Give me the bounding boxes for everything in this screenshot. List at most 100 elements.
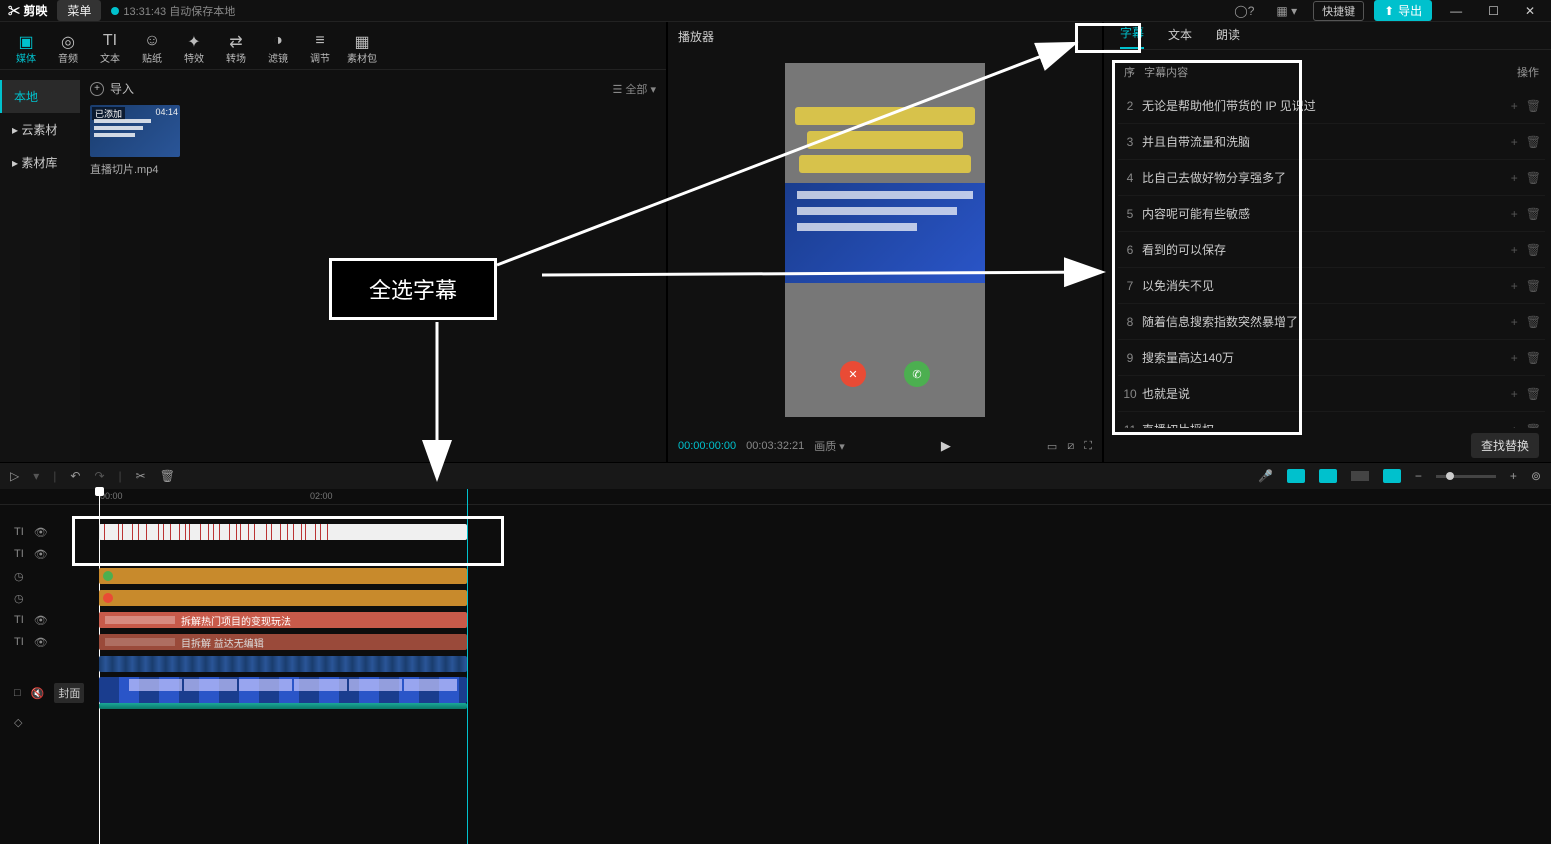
inspector-tab-朗读[interactable]: 朗读 <box>1216 26 1240 49</box>
subtitle-del-icon[interactable]: 🗑 <box>1522 99 1545 113</box>
sort-button[interactable]: ☰ 全部 ▾ <box>613 81 657 97</box>
subtitle-add-icon[interactable]: + <box>1507 99 1522 113</box>
subtitle-text: 无论是帮助他们带货的 IP 见识过 <box>1142 97 1507 114</box>
text-clip-1[interactable]: 拆解热门项目的变现玩法 <box>99 612 467 628</box>
subtitle-del-icon[interactable]: 🗑 <box>1522 315 1545 329</box>
subtitle-del-icon[interactable]: 🗑 <box>1522 351 1545 365</box>
subtitle-add-icon[interactable]: + <box>1507 423 1522 429</box>
minimize-button[interactable]: — <box>1442 4 1470 18</box>
eye-icon[interactable]: 👁 <box>34 526 48 539</box>
mic-icon[interactable]: 🎤 <box>1258 469 1273 483</box>
main-audio-wave[interactable] <box>99 703 467 709</box>
delete-button[interactable]: 🗑 <box>160 469 175 483</box>
subtitle-track-clip[interactable] <box>99 524 467 540</box>
eye-icon[interactable]: 👁 <box>34 614 48 627</box>
redo-button[interactable]: ↷ <box>94 469 104 483</box>
subtitle-row[interactable]: 6看到的可以保存+🗑 <box>1118 232 1545 268</box>
scale-icon[interactable]: ▭ <box>1047 440 1057 453</box>
preview-canvas[interactable]: ✕ ✆ <box>785 63 985 417</box>
sidebar-item[interactable]: ▸ 素材库 <box>0 146 80 179</box>
subtitle-row[interactable]: 11直播切片授权+🗑 <box>1118 412 1545 428</box>
zoom-slider[interactable] <box>1436 475 1496 478</box>
timeline-tracks[interactable]: TI👁 TI👁 ◷ ◷ TI👁 拆解热门项目的变现玩法 TI👁 <box>0 505 1551 830</box>
audio-clip-2[interactable] <box>99 590 467 606</box>
top-tab-特效[interactable]: ✦特效 <box>174 28 214 69</box>
export-button[interactable]: ⬆ 导出 <box>1374 0 1432 21</box>
fit-icon[interactable]: ⊚ <box>1531 469 1541 483</box>
subtitle-add-icon[interactable]: + <box>1507 315 1522 329</box>
undo-button[interactable]: ↶ <box>70 469 80 483</box>
subtitle-add-icon[interactable]: + <box>1507 279 1522 293</box>
help-icon[interactable]: ◯? <box>1228 4 1260 18</box>
maximize-button[interactable]: ☐ <box>1480 4 1507 18</box>
eye-icon[interactable]: 👁 <box>34 548 48 561</box>
top-tab-媒体[interactable]: ▣媒体 <box>6 28 46 69</box>
subtitle-row[interactable]: 5内容呢可能有些敏感+🗑 <box>1118 196 1545 232</box>
subtitle-del-icon[interactable]: 🗑 <box>1522 135 1545 149</box>
zoom-in-icon[interactable]: + <box>1510 469 1517 483</box>
tl-mode-1[interactable] <box>1287 469 1305 483</box>
top-tab-转场[interactable]: ⇄转场 <box>216 28 256 69</box>
tl-mode-2[interactable] <box>1319 469 1337 483</box>
inspector-tab-文本[interactable]: 文本 <box>1168 26 1192 49</box>
text-track-icon: TI <box>14 636 24 648</box>
top-tab-音频[interactable]: ◎音频 <box>48 28 88 69</box>
layout-icon[interactable]: ▦ ▾ <box>1270 4 1303 18</box>
import-button[interactable]: 导入 <box>110 80 134 97</box>
subtitle-del-icon[interactable]: 🗑 <box>1522 279 1545 293</box>
sidebar-item[interactable]: ▸ 云素材 <box>0 113 80 146</box>
subtitle-add-icon[interactable]: + <box>1507 207 1522 221</box>
subtitle-del-icon[interactable]: 🗑 <box>1522 387 1545 401</box>
subtitle-row[interactable]: 7以免消失不见+🗑 <box>1118 268 1545 304</box>
top-tab-贴纸[interactable]: ☺贴纸 <box>132 28 172 69</box>
subtitle-del-icon[interactable]: 🗑 <box>1522 171 1545 185</box>
tl-mode-3[interactable] <box>1351 471 1369 481</box>
subtitle-row[interactable]: 2无论是帮助他们带货的 IP 见识过+🗑 <box>1118 88 1545 124</box>
subtitle-add-icon[interactable]: + <box>1507 387 1522 401</box>
subtitle-add-icon[interactable]: + <box>1507 351 1522 365</box>
plus-icon[interactable]: + <box>90 82 104 96</box>
subtitle-add-icon[interactable]: + <box>1507 243 1522 257</box>
subtitle-del-icon[interactable]: 🗑 <box>1522 207 1545 221</box>
inspector-tab-字幕[interactable]: 字幕 <box>1120 24 1144 49</box>
subtitle-del-icon[interactable]: 🗑 <box>1522 243 1545 257</box>
video-overlay-clip[interactable] <box>99 656 467 672</box>
subtitle-del-icon[interactable]: 🗑 <box>1522 423 1545 429</box>
top-tab-调节[interactable]: ≡调节 <box>300 28 340 69</box>
pointer-tool[interactable]: ▷ <box>10 469 19 483</box>
subtitle-add-icon[interactable]: + <box>1507 171 1522 185</box>
play-button[interactable]: ▶ <box>941 438 951 454</box>
split-button[interactable]: ✂ <box>136 469 146 483</box>
text-clip-2[interactable]: 目拆解 益达无编辑 <box>99 634 467 650</box>
subtitle-row[interactable]: 4比自己去做好物分享强多了+🗑 <box>1118 160 1545 196</box>
subtitle-index: 6 <box>1118 243 1142 257</box>
cover-button[interactable]: 封面 <box>54 683 84 703</box>
menu-button[interactable]: 菜单 <box>57 0 101 21</box>
media-thumbnail[interactable]: 已添加 04:14 <box>90 105 180 157</box>
find-replace-button[interactable]: 查找替换 <box>1471 433 1539 458</box>
zoom-out-icon[interactable]: − <box>1415 469 1422 483</box>
track-audio-2: ◷ <box>0 587 1551 609</box>
subtitle-row[interactable]: 3并且自带流量和洗脑+🗑 <box>1118 124 1545 160</box>
subtitle-row[interactable]: 9搜索量高达140万+🗑 <box>1118 340 1545 376</box>
sidebar-item[interactable]: 本地 <box>0 80 80 113</box>
fullscreen-icon[interactable]: ⛶ <box>1084 440 1092 453</box>
media-item[interactable]: 已添加 04:14 直播切片.mp4 <box>90 105 656 177</box>
audio-clip-1[interactable] <box>99 568 467 584</box>
subtitle-row[interactable]: 10也就是说+🗑 <box>1118 376 1545 412</box>
shortcut-button[interactable]: 快捷键 <box>1313 1 1364 21</box>
close-button[interactable]: ✕ <box>1517 4 1543 18</box>
subtitle-header: 序 字幕内容 操作 <box>1118 60 1545 88</box>
top-tab-素材包[interactable]: ▦素材包 <box>342 28 382 69</box>
ratio-icon[interactable]: ⧄ <box>1067 440 1074 453</box>
subtitle-add-icon[interactable]: + <box>1507 135 1522 149</box>
ratio-button[interactable]: 画质 ▾ <box>814 438 845 454</box>
mute-icon[interactable]: 🔇 <box>31 687 45 700</box>
eye-icon[interactable]: 👁 <box>34 636 48 649</box>
tl-mode-4[interactable] <box>1383 469 1401 483</box>
main-video-clip[interactable] <box>99 677 467 703</box>
top-tab-滤镜[interactable]: ◑滤镜 <box>258 28 298 69</box>
timeline-ruler[interactable]: 00:00 02:00 <box>0 489 1551 505</box>
top-tab-文本[interactable]: TI文本 <box>90 28 130 69</box>
subtitle-row[interactable]: 8随着信息搜索指数突然暴增了+🗑 <box>1118 304 1545 340</box>
